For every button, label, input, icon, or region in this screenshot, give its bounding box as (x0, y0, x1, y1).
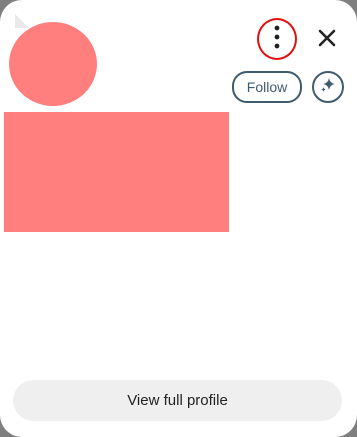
close-icon (318, 29, 336, 52)
cover-image (4, 112, 229, 232)
close-button[interactable] (309, 22, 345, 58)
sparkle-icon (318, 75, 338, 100)
follow-button[interactable]: Follow (232, 71, 302, 103)
corner-indicator (15, 14, 29, 28)
profile-preview-sheet: Follow View full profile (0, 0, 357, 437)
view-full-profile-button[interactable]: View full profile (13, 380, 342, 421)
sparkle-button[interactable] (312, 71, 344, 103)
highlight-ring (257, 18, 297, 60)
avatar (9, 22, 97, 106)
more-options-button[interactable] (257, 18, 297, 60)
